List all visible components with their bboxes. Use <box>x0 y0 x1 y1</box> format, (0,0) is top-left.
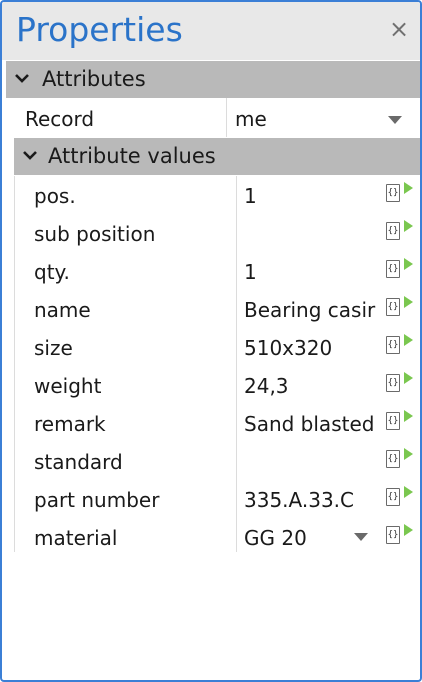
close-icon[interactable]: × <box>386 16 412 42</box>
panel-title: Properties <box>16 10 183 49</box>
play-arrow-icon[interactable] <box>404 258 413 270</box>
play-arrow-icon[interactable] <box>404 220 413 232</box>
play-arrow-icon[interactable] <box>404 296 413 308</box>
play-arrow-icon[interactable] <box>404 372 413 384</box>
attribute-value-field[interactable]: 1 <box>244 184 380 208</box>
attribute-value-select[interactable]: GG 20 <box>244 526 354 550</box>
attribute-row-name[interactable]: name Bearing casir {} <box>14 290 420 328</box>
play-arrow-icon[interactable] <box>404 524 413 536</box>
dropdown-arrow-icon[interactable] <box>354 533 368 541</box>
expression-braces-icon[interactable]: {} <box>386 526 400 544</box>
attribute-key: qty. <box>34 260 70 284</box>
attribute-row-standard[interactable]: standard {} <box>14 442 420 480</box>
attributes-section-label: Attributes <box>42 67 146 91</box>
attribute-value-field[interactable]: Bearing casir <box>244 298 380 322</box>
attribute-row-part-number[interactable]: part number 335.A.33.C {} <box>14 480 420 518</box>
expression-braces-icon[interactable]: {} <box>386 298 400 316</box>
play-arrow-icon[interactable] <box>404 334 413 346</box>
expression-braces-icon[interactable]: {} <box>386 222 400 240</box>
column-divider <box>226 98 227 137</box>
play-arrow-icon[interactable] <box>404 182 413 194</box>
expression-braces-icon[interactable]: {} <box>386 374 400 392</box>
attribute-value-field[interactable]: 510x320 <box>244 336 380 360</box>
attribute-key: weight <box>34 374 102 398</box>
record-select[interactable]: me <box>235 107 267 131</box>
attribute-key: name <box>34 298 91 322</box>
play-arrow-icon[interactable] <box>404 486 413 498</box>
attribute-value-field[interactable]: 24,3 <box>244 374 380 398</box>
expression-braces-icon[interactable]: {} <box>386 184 400 202</box>
record-row: Record me <box>10 98 420 137</box>
attribute-key: pos. <box>34 184 76 208</box>
attribute-key: sub position <box>34 222 156 246</box>
expression-braces-icon[interactable]: {} <box>386 450 400 468</box>
record-label: Record <box>25 107 95 131</box>
attribute-values-list: pos. 1 {} sub position {} qty. 1 {} name… <box>14 176 420 556</box>
properties-panel: Properties × Attributes Record me Attrib… <box>0 0 422 682</box>
attribute-value-field[interactable]: 1 <box>244 260 380 284</box>
attribute-row-material[interactable]: material GG 20 {} <box>14 518 420 556</box>
attribute-row-weight[interactable]: weight 24,3 {} <box>14 366 420 404</box>
attributes-section-header[interactable]: Attributes <box>6 61 420 98</box>
expression-braces-icon[interactable]: {} <box>386 336 400 354</box>
attribute-key: part number <box>34 488 160 512</box>
expression-braces-icon[interactable]: {} <box>386 412 400 430</box>
attribute-value-field[interactable]: Sand blasted <box>244 412 380 436</box>
chevron-down-icon[interactable] <box>12 68 32 88</box>
attribute-values-section-label: Attribute values <box>48 144 216 168</box>
attribute-row-sub-position[interactable]: sub position {} <box>14 214 420 252</box>
attribute-row-remark[interactable]: remark Sand blasted {} <box>14 404 420 442</box>
chevron-down-icon[interactable] <box>20 145 40 165</box>
attribute-key: material <box>34 526 118 550</box>
panel-header: Properties × <box>2 2 420 60</box>
attribute-row-qty[interactable]: qty. 1 {} <box>14 252 420 290</box>
expression-braces-icon[interactable]: {} <box>386 488 400 506</box>
attribute-key: remark <box>34 412 106 436</box>
attribute-key: size <box>34 336 73 360</box>
attribute-row-pos[interactable]: pos. 1 {} <box>14 176 420 214</box>
attribute-values-section-header[interactable]: Attribute values <box>14 138 420 175</box>
expression-braces-icon[interactable]: {} <box>386 260 400 278</box>
play-arrow-icon[interactable] <box>404 410 413 422</box>
dropdown-arrow-icon[interactable] <box>388 116 402 124</box>
play-arrow-icon[interactable] <box>404 448 413 460</box>
attribute-value-field[interactable]: 335.A.33.C <box>244 488 380 512</box>
attribute-row-size[interactable]: size 510x320 {} <box>14 328 420 366</box>
attribute-key: standard <box>34 450 123 474</box>
